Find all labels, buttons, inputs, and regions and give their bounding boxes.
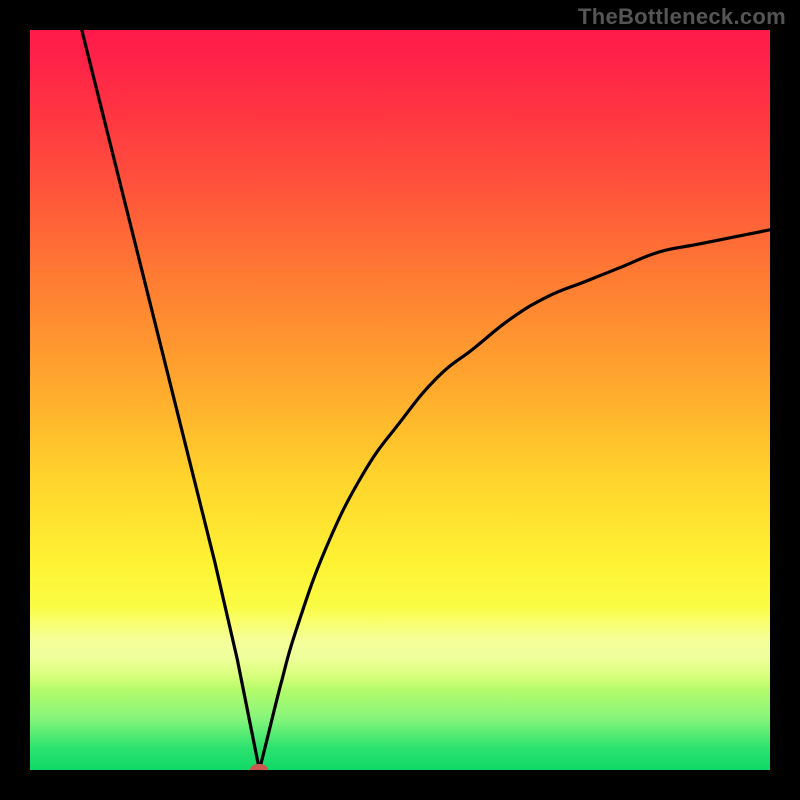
watermark-text: TheBottleneck.com — [578, 4, 786, 30]
chart-frame: TheBottleneck.com — [0, 0, 800, 800]
plot-area — [30, 30, 770, 770]
bottleneck-curve — [30, 30, 770, 770]
minimum-marker — [250, 764, 268, 770]
